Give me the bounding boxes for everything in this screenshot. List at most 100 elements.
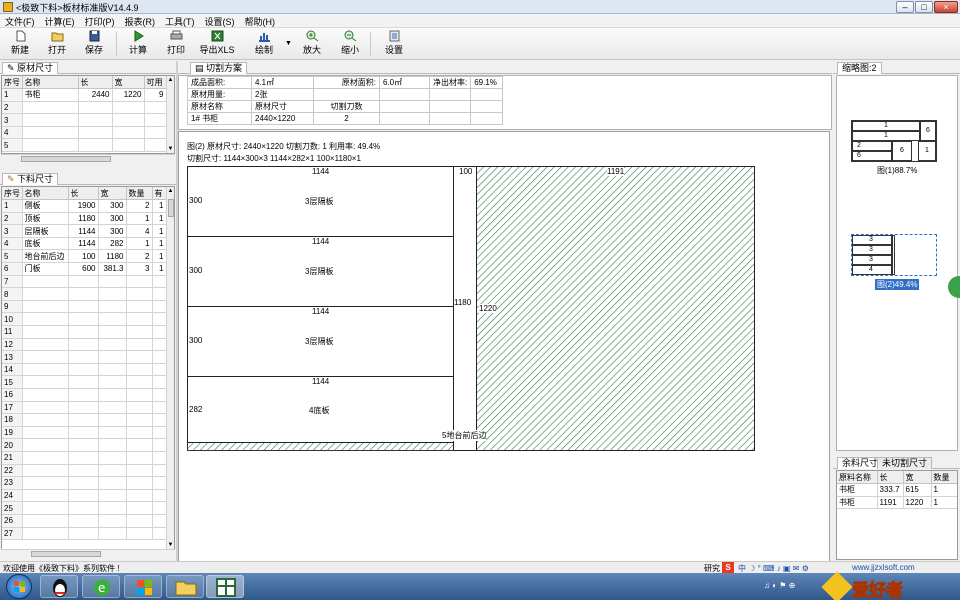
new-button[interactable]: 新建 bbox=[0, 30, 40, 58]
table-row[interactable]: 4 底板 1144 282 1 1 bbox=[2, 237, 167, 251]
tab-cutting-plan[interactable]: ▤ 切割方案 bbox=[190, 62, 248, 74]
col-header[interactable]: 名称 bbox=[22, 187, 69, 201]
menu-print[interactable]: 打印(P) bbox=[80, 14, 120, 27]
menu-report[interactable]: 报表(R) bbox=[120, 14, 161, 27]
calculate-button[interactable]: 计算 bbox=[118, 30, 158, 58]
table-row[interactable]: 5 bbox=[2, 138, 167, 153]
settings-button[interactable]: 设置 bbox=[374, 30, 414, 58]
col-header[interactable]: 宽 bbox=[98, 187, 127, 201]
table-row[interactable]: 15 bbox=[2, 375, 167, 389]
scroll-down-icon[interactable]: ▼ bbox=[167, 145, 174, 153]
save-button[interactable]: 保存 bbox=[74, 30, 114, 58]
piece-platform-edge[interactable] bbox=[453, 166, 477, 451]
table-row[interactable]: 11 bbox=[2, 325, 167, 339]
tab-thumbnails[interactable]: 缩略图:2 bbox=[837, 62, 882, 74]
tab-cut-list[interactable]: ✎ 下料尺寸 bbox=[2, 173, 59, 185]
table-row[interactable]: 17 bbox=[2, 401, 167, 415]
draw-button[interactable]: 绘制 bbox=[244, 30, 284, 58]
table-row[interactable]: 书柜 1191 1220 1 bbox=[837, 496, 957, 510]
table-row[interactable]: 26 bbox=[2, 514, 167, 528]
col-header[interactable]: 序号 bbox=[2, 76, 23, 90]
raw-grid-hscroll[interactable] bbox=[1, 154, 175, 162]
cut-grid-vscroll[interactable]: ▲ ▼ bbox=[166, 187, 174, 549]
scroll-up-icon[interactable]: ▲ bbox=[167, 76, 174, 84]
tab-uncut[interactable]: 未切割尺寸 bbox=[877, 457, 933, 469]
col-header[interactable]: 数量 bbox=[126, 187, 153, 201]
ime-s-icon[interactable]: S bbox=[722, 562, 734, 573]
table-row[interactable]: 1 书柜 2440 1220 9 bbox=[2, 88, 167, 102]
col-header[interactable]: 宽 bbox=[903, 471, 932, 485]
zoom-in-button[interactable]: 放大 bbox=[292, 30, 332, 58]
cut-grid-hscroll[interactable] bbox=[1, 549, 175, 557]
thumbnail-1-label[interactable]: 图(1)88.7% bbox=[877, 165, 917, 176]
tray-icons[interactable]: ♫ ◐ ⚑ ⊕ bbox=[764, 581, 795, 590]
table-row[interactable]: 5 地台前后边 100 1180 2 1 bbox=[2, 249, 167, 264]
table-row[interactable]: 10 bbox=[2, 312, 167, 327]
table-row[interactable]: 12 bbox=[2, 338, 167, 352]
raw-grid-vscroll[interactable]: ▲ ▼ bbox=[166, 76, 174, 153]
scroll-down-icon[interactable]: ▼ bbox=[167, 541, 174, 549]
tab-raw-material[interactable]: ✎ 原材尺寸 bbox=[2, 62, 59, 74]
table-row[interactable]: 16 bbox=[2, 388, 167, 402]
table-row[interactable]: 18 bbox=[2, 413, 167, 427]
menu-help[interactable]: 帮助(H) bbox=[240, 14, 281, 27]
menu-tools[interactable]: 工具(T) bbox=[160, 14, 200, 27]
table-row[interactable]: 19 bbox=[2, 426, 167, 440]
col-header[interactable]: 名称 bbox=[22, 76, 79, 90]
col-header[interactable]: 宽 bbox=[112, 76, 145, 90]
print-button[interactable]: 打印 bbox=[156, 30, 196, 58]
table-row[interactable]: 3 bbox=[2, 113, 167, 127]
table-row[interactable]: 24 bbox=[2, 489, 167, 503]
scroll-up-icon[interactable]: ▲ bbox=[167, 187, 174, 195]
table-row[interactable]: 2 bbox=[2, 101, 167, 115]
col-header[interactable]: 有 bbox=[152, 187, 167, 201]
menu-settings[interactable]: 设置(S) bbox=[200, 14, 240, 27]
col-header[interactable]: 长 bbox=[78, 76, 113, 90]
col-header[interactable]: 原料名称 bbox=[837, 471, 878, 485]
table-row[interactable]: 21 bbox=[2, 451, 167, 465]
col-header[interactable]: 长 bbox=[877, 471, 904, 485]
col-header[interactable]: 序号 bbox=[2, 187, 23, 201]
thumbnail-sheet-1[interactable]: 1 1 6 2 6 6 1 bbox=[851, 120, 937, 162]
scroll-thumb[interactable] bbox=[31, 551, 101, 557]
zoom-out-button[interactable]: 缩小 bbox=[330, 30, 370, 58]
table-row[interactable]: 8 bbox=[2, 287, 167, 301]
table-row[interactable]: 1# 书柜 2440×1220 2 bbox=[187, 112, 504, 125]
table-row[interactable]: 13 bbox=[2, 350, 167, 364]
maximize-button[interactable]: □ bbox=[915, 1, 933, 13]
open-button[interactable]: 打开 bbox=[37, 30, 77, 58]
taskbar-app[interactable] bbox=[124, 575, 162, 598]
thumbnail-2-label[interactable]: 图(2)49.4% bbox=[875, 279, 920, 290]
export-xls-button[interactable]: 导出XLS bbox=[195, 30, 239, 58]
thumbnail-sheet-2[interactable]: 3 3 3 4 bbox=[851, 234, 937, 276]
scroll-thumb[interactable] bbox=[168, 199, 174, 217]
draw-dropdown-arrow[interactable]: ▼ bbox=[285, 40, 292, 47]
menu-calculate[interactable]: 计算(E) bbox=[40, 14, 80, 27]
table-row[interactable]: 22 bbox=[2, 464, 167, 478]
taskbar-browser[interactable]: e bbox=[82, 575, 120, 598]
table-row[interactable]: 2 顶板 1180 300 1 1 bbox=[2, 212, 167, 226]
table-row[interactable]: 27 bbox=[2, 527, 167, 541]
menu-file[interactable]: 文件(F) bbox=[0, 14, 40, 27]
table-row[interactable]: 14 bbox=[2, 363, 167, 377]
table-row[interactable]: 书柜 333.7 615 1 bbox=[837, 483, 957, 497]
table-row[interactable]: 4 bbox=[2, 126, 167, 140]
table-row[interactable]: 9 bbox=[2, 300, 167, 314]
table-row[interactable]: 23 bbox=[2, 476, 167, 490]
table-row[interactable]: 1 侧板 1900 300 2 1 bbox=[2, 199, 167, 213]
start-button[interactable] bbox=[6, 574, 32, 599]
taskbar-explorer[interactable] bbox=[166, 575, 204, 598]
col-header[interactable]: 长 bbox=[68, 187, 99, 201]
col-header[interactable]: 数量 bbox=[931, 471, 957, 485]
taskbar-cutting-app[interactable] bbox=[206, 575, 244, 598]
table-row[interactable]: 25 bbox=[2, 501, 167, 515]
taskbar-qq[interactable] bbox=[40, 575, 78, 598]
table-row[interactable]: 6 门板 600 381.3 3 1 bbox=[2, 262, 167, 276]
table-row[interactable]: 3 层隔板 1144 300 4 1 bbox=[2, 224, 167, 238]
minimize-button[interactable]: – bbox=[896, 1, 914, 13]
table-row[interactable]: 7 bbox=[2, 275, 167, 289]
close-button[interactable]: × bbox=[934, 1, 958, 13]
scroll-thumb[interactable] bbox=[21, 156, 111, 162]
layout-drawing-canvas[interactable]: 图(2) 原材尺寸: 2440×1220 切割刀数: 1 利用率: 49.4% … bbox=[178, 131, 830, 562]
table-row[interactable]: 20 bbox=[2, 438, 167, 452]
